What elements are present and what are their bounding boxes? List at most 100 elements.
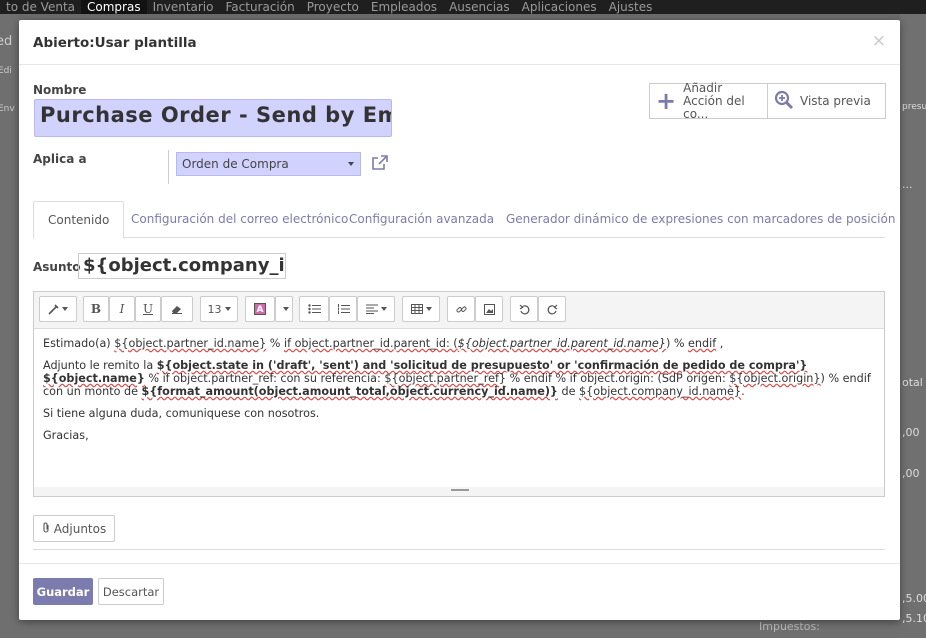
subject-label: Asunto	[33, 260, 81, 274]
image-icon	[483, 303, 495, 315]
bg-fragment: Impuestos:	[759, 620, 820, 633]
name-label: Nombre	[33, 83, 87, 97]
template-dialog: Abierto:Usar plantilla × Nombre Purchase…	[19, 20, 900, 620]
link-button[interactable]	[447, 296, 475, 322]
redo-icon	[547, 304, 557, 314]
paragraph-dropdown[interactable]	[357, 296, 395, 322]
body-text: ,	[716, 337, 724, 350]
background-left: ed Edi Env	[0, 14, 19, 638]
caret-down-icon	[380, 307, 387, 311]
magic-icon	[48, 303, 59, 315]
body-thanks: Gracias,	[43, 429, 89, 442]
body-text: object.partner_id.parent_id: (	[291, 337, 458, 350]
close-icon[interactable]: ×	[872, 31, 886, 51]
editor-body[interactable]: Estimado(a) ${object.partner_id.name} % …	[34, 329, 884, 459]
bg-menu-leaves: Ausencias	[449, 0, 510, 14]
numbered-list-button[interactable]	[329, 296, 357, 322]
undo-button[interactable]	[510, 296, 538, 322]
body-text: Adjunto le remito la	[43, 359, 157, 372]
discard-button[interactable]: Descartar	[98, 578, 164, 605]
tab-advanced-config[interactable]: Configuración avanzada	[349, 201, 494, 238]
bg-menu-invoicing: Facturación	[225, 0, 295, 14]
html-editor: B I U 13 A Estimado(a) ${object.partner_…	[33, 291, 885, 497]
bg-menu-project: Proyecto	[306, 0, 359, 14]
applies-to-value: Orden de Compra	[182, 157, 289, 171]
bg-fragment: Edi	[0, 66, 12, 76]
caret-down-icon	[282, 307, 289, 311]
font-color-icon: A	[254, 303, 266, 315]
dialog-title: Abierto:Usar plantilla	[33, 35, 197, 51]
background-menubar: to de Venta Compras Inventario Facturaci…	[0, 0, 926, 14]
template-name-field[interactable]: Purchase Order - Send by Emai	[34, 99, 392, 137]
save-button[interactable]: Guardar	[33, 578, 93, 605]
zoom-icon	[774, 90, 794, 113]
body-text: .	[741, 385, 745, 398]
bg-menu-sales: to de Venta	[6, 0, 75, 14]
bg-fragment: presu	[902, 102, 926, 112]
add-action-line1: Añadir	[683, 80, 723, 95]
redo-button[interactable]	[538, 296, 566, 322]
body-text: de	[557, 385, 580, 398]
style-dropdown[interactable]	[39, 296, 77, 322]
tab-email-config[interactable]: Configuración del correo electrónico	[131, 201, 348, 238]
body-placeholder: ${object.partner_ref}	[384, 372, 507, 385]
image-button[interactable]	[475, 296, 503, 322]
table-icon	[410, 304, 423, 314]
unordered-list-icon	[307, 304, 321, 314]
bg-fragment: ,5.10	[902, 612, 926, 625]
dialog-header: Abierto:Usar plantilla ×	[19, 20, 900, 65]
body-text: % if object.partner_ref: con su referenc…	[144, 372, 385, 385]
eraser-icon	[172, 306, 182, 314]
bg-fragment: ...	[902, 178, 913, 191]
bg-fragment: otal	[902, 376, 923, 389]
bg-menu-settings: Ajustes	[608, 0, 653, 14]
preview-label: Vista previa	[800, 94, 871, 108]
text-color-button[interactable]: A	[245, 296, 275, 322]
body-greeting: Estimado(a) ${object.partner_id.name} % …	[43, 337, 875, 350]
editor-resize-handle[interactable]	[34, 487, 884, 496]
bg-menu-employees: Empleados	[370, 0, 438, 14]
underline-button[interactable]: U	[135, 296, 161, 322]
text-color-dropdown[interactable]	[275, 296, 293, 322]
caret-down-icon	[425, 307, 432, 311]
applies-to-select[interactable]: Orden de Compra	[176, 152, 361, 176]
tab-placeholder-generator[interactable]: Generador dinámico de expresiones con ma…	[506, 201, 895, 238]
caret-down-icon	[348, 162, 354, 166]
body-placeholder: ${format_amount(object.amount_total,obje…	[141, 385, 558, 398]
clear-format-button[interactable]	[161, 296, 193, 322]
subject-field[interactable]: ${object.company_id.na	[78, 253, 286, 279]
body-placeholder: ${object.state in ('draft', 'sent') and …	[156, 359, 808, 372]
align-left-icon	[365, 304, 378, 314]
background-right: presu ... otal ,00 ,00 ,5.00 ,5.10	[900, 14, 926, 638]
link-icon	[456, 306, 466, 312]
font-size-value: 13	[207, 302, 222, 316]
body-text: if	[283, 337, 292, 350]
bg-fragment: ed	[0, 34, 13, 49]
attachments-button[interactable]: Adjuntos	[33, 515, 115, 542]
bg-fragment: Env	[0, 104, 15, 114]
paperclip-icon	[42, 522, 51, 536]
add-action-line2: Acción del co...	[683, 93, 745, 121]
italic-button[interactable]: I	[109, 296, 135, 322]
table-dropdown[interactable]	[402, 296, 440, 322]
body-placeholder: ${object.partner_id.parent_id.name}	[457, 337, 666, 350]
undo-icon	[519, 304, 529, 314]
caret-down-icon	[62, 307, 68, 311]
tab-content[interactable]: Contenido	[33, 201, 125, 239]
plus-icon: +	[656, 87, 677, 115]
applies-to-label: Aplica a	[33, 152, 87, 166]
bold-button[interactable]: B	[83, 296, 109, 322]
preview-button[interactable]: Vista previa	[768, 84, 885, 118]
font-size-dropdown[interactable]: 13	[200, 296, 238, 322]
body-placeholder: ${object.name}	[43, 372, 145, 385]
bg-menu-purchases: Compras	[81, 0, 147, 14]
bullet-list-button[interactable]	[299, 296, 329, 322]
attachments-label: Adjuntos	[53, 521, 107, 536]
add-context-action-button[interactable]: + Añadir Acción del co...	[650, 80, 768, 121]
bg-fragment: ,00	[902, 426, 920, 439]
divider	[168, 150, 169, 184]
editor-toolbar: B I U 13 A	[34, 292, 884, 329]
external-link-icon[interactable]	[371, 154, 389, 175]
background-bottom: Impuestos:	[19, 620, 900, 638]
smart-buttons: + Añadir Acción del co... Vista previa	[649, 80, 886, 121]
